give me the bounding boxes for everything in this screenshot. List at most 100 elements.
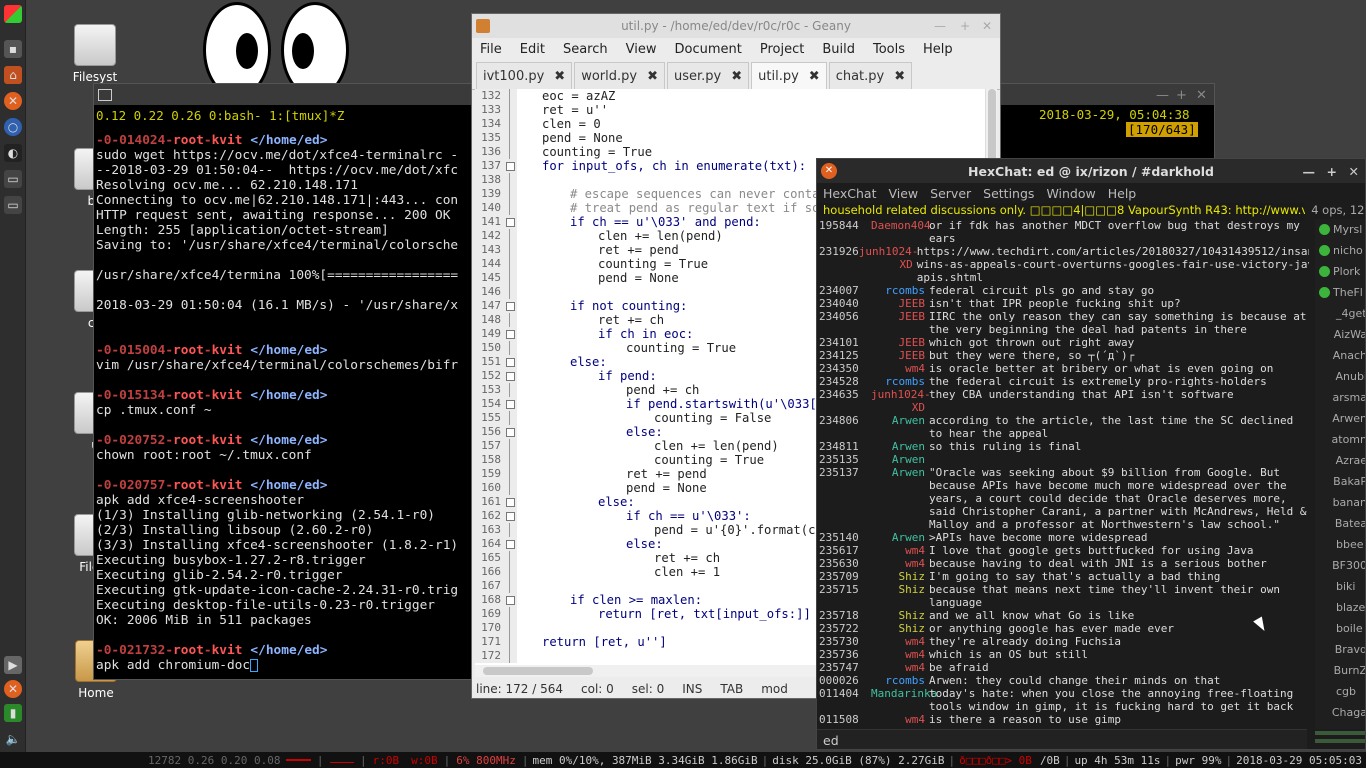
scrollbar-thumb[interactable]	[988, 89, 996, 169]
message-nick[interactable]: Arwen	[871, 440, 929, 453]
xfce-icon[interactable]: ✕	[4, 92, 22, 110]
input-nick[interactable]: ed	[823, 733, 839, 748]
message-nick[interactable]: Shiz	[871, 622, 929, 635]
tab-world-py[interactable]: world.py ✖	[574, 62, 665, 89]
message-nick[interactable]: JEEB	[871, 349, 929, 362]
tab-ivt100-py[interactable]: ivt100.py ✖	[476, 62, 573, 89]
maximize-icon[interactable]: +	[960, 19, 970, 33]
user-list-item[interactable]: biki	[1315, 576, 1365, 597]
menu-tools[interactable]: Tools	[873, 42, 905, 57]
close-tab-icon[interactable]: ✖	[894, 69, 905, 84]
geany-titlebar[interactable]: util.py - /home/ed/dev/r0c/r0c - Geany —…	[472, 14, 1000, 38]
user-list-item[interactable]: atomn	[1315, 429, 1365, 450]
close-icon[interactable]: ✕	[1349, 164, 1359, 179]
user-list-item[interactable]: Plork	[1315, 261, 1365, 282]
menu-edit[interactable]: Edit	[520, 42, 545, 57]
fold-toggle-icon[interactable]	[503, 327, 517, 341]
user-list-item[interactable]: TheFl	[1315, 282, 1365, 303]
menu-view[interactable]: View	[888, 186, 918, 201]
message-nick[interactable]: Mandarinka	[871, 687, 937, 713]
message-nick[interactable]: junh1024-XD	[859, 245, 919, 284]
windows-logo-icon[interactable]	[4, 5, 22, 23]
launcher-icon[interactable]: ▶	[4, 656, 22, 674]
user-list-item[interactable]: AizWa	[1315, 324, 1365, 345]
hexchat-titlebar[interactable]: ✕ HexChat: ed @ ix/rizon / #darkhold — +…	[817, 159, 1365, 183]
menu-help[interactable]: Help	[1108, 186, 1137, 201]
message-nick[interactable]: Arwen	[871, 531, 929, 544]
message-input[interactable]: ed	[817, 729, 1307, 749]
terminal-icon[interactable]: ▭	[4, 170, 22, 188]
message-log[interactable]: 195844 Daemon404 or if fdk has another MDC…	[819, 219, 1309, 727]
menu-server[interactable]: Server	[930, 186, 971, 201]
menu-build[interactable]: Build	[822, 42, 855, 57]
user-list-item[interactable]: boile	[1315, 618, 1365, 639]
message-nick[interactable]: JEEB	[871, 310, 929, 336]
tab-user-py[interactable]: user.py ✖	[666, 62, 750, 89]
fold-toggle-icon[interactable]	[503, 495, 517, 509]
menu-project[interactable]: Project	[760, 42, 804, 57]
minimize-icon[interactable]: —	[934, 19, 946, 33]
close-tab-icon[interactable]: ✖	[554, 69, 565, 84]
user-list-item[interactable]: blaze	[1315, 597, 1365, 618]
message-nick[interactable]: Shiz	[871, 583, 929, 609]
close-tab-icon[interactable]: ✖	[809, 69, 820, 84]
user-list[interactable]: Myrsl nicho Plork TheFl _4get AizWa Anach Anubi…	[1315, 219, 1365, 729]
message-nick[interactable]: Shiz	[871, 570, 929, 583]
close-icon[interactable]: ✕	[982, 19, 992, 33]
user-list-item[interactable]: Azrae	[1315, 450, 1365, 471]
user-list-item[interactable]: BurnZ	[1315, 660, 1365, 681]
message-nick[interactable]: wm4	[871, 557, 929, 570]
app-icon[interactable]: ▮	[4, 704, 22, 722]
maximize-icon[interactable]: +	[1176, 88, 1187, 103]
user-list-item[interactable]: banan	[1315, 492, 1365, 513]
minimize-icon[interactable]: —	[1156, 88, 1169, 103]
globe-icon[interactable]: ○	[4, 118, 22, 136]
message-nick[interactable]: wm4	[871, 635, 929, 648]
hexchat-window[interactable]: ✕ HexChat: ed @ ix/rizon / #darkhold — +…	[816, 158, 1366, 750]
fold-toggle-icon[interactable]	[503, 215, 517, 229]
menu-file[interactable]: File	[480, 42, 502, 57]
message-nick[interactable]: wm4	[871, 713, 929, 726]
message-nick[interactable]: Shiz	[871, 609, 929, 622]
house-icon[interactable]: ⌂	[4, 66, 22, 84]
message-nick[interactable]: Arwen	[871, 453, 929, 466]
message-nick[interactable]: junh1024-XD	[871, 388, 931, 414]
message-nick[interactable]: Arwen	[871, 466, 929, 531]
message-nick[interactable]: Arwen	[871, 414, 929, 440]
xfce-menu-icon[interactable]: ✕	[4, 680, 22, 698]
disk-icon[interactable]: ▪	[4, 40, 22, 58]
user-list-item[interactable]: Arwen	[1315, 408, 1365, 429]
eyes-icon[interactable]: ◐	[4, 144, 22, 162]
menu-hexchat[interactable]: HexChat	[823, 186, 876, 201]
close-tab-icon[interactable]: ✖	[647, 69, 658, 84]
message-nick[interactable]: rcombs	[871, 674, 929, 687]
desktop-icon-filesystem[interactable]: Filesyst	[55, 24, 135, 84]
volume-icon[interactable]: 🔈	[4, 730, 22, 748]
fold-toggle-icon[interactable]	[503, 355, 517, 369]
message-nick[interactable]: rcombs	[871, 375, 929, 388]
fold-toggle-icon[interactable]	[503, 159, 517, 173]
menu-search[interactable]: Search	[563, 42, 608, 57]
terminal-icon-2[interactable]: ▭	[4, 196, 22, 214]
message-nick[interactable]: wm4	[871, 661, 929, 674]
menu-help[interactable]: Help	[923, 42, 953, 57]
menu-view[interactable]: View	[626, 42, 657, 57]
menu-settings[interactable]: Settings	[983, 186, 1034, 201]
user-list-item[interactable]: Chaga	[1315, 702, 1365, 723]
menu-window[interactable]: Window	[1046, 186, 1095, 201]
close-icon[interactable]: ✕	[1196, 88, 1207, 103]
user-list-item[interactable]: cgb	[1315, 681, 1365, 702]
message-nick[interactable]: wm4	[871, 362, 929, 375]
fold-toggle-icon[interactable]	[503, 509, 517, 523]
user-list-item[interactable]: Batea	[1315, 513, 1365, 534]
message-nick[interactable]: JEEB	[871, 297, 929, 310]
fold-toggle-icon[interactable]	[503, 593, 517, 607]
user-list-item[interactable]: BF300	[1315, 555, 1365, 576]
scrollbar-thumb[interactable]	[483, 667, 593, 675]
fold-toggle-icon[interactable]	[503, 537, 517, 551]
user-list-item[interactable]: BakaP	[1315, 471, 1365, 492]
close-tab-icon[interactable]: ✖	[731, 69, 742, 84]
fold-toggle-icon[interactable]	[503, 299, 517, 313]
tab-util-py[interactable]: util.py ✖	[751, 62, 827, 89]
user-list-item[interactable]: bbee	[1315, 534, 1365, 555]
